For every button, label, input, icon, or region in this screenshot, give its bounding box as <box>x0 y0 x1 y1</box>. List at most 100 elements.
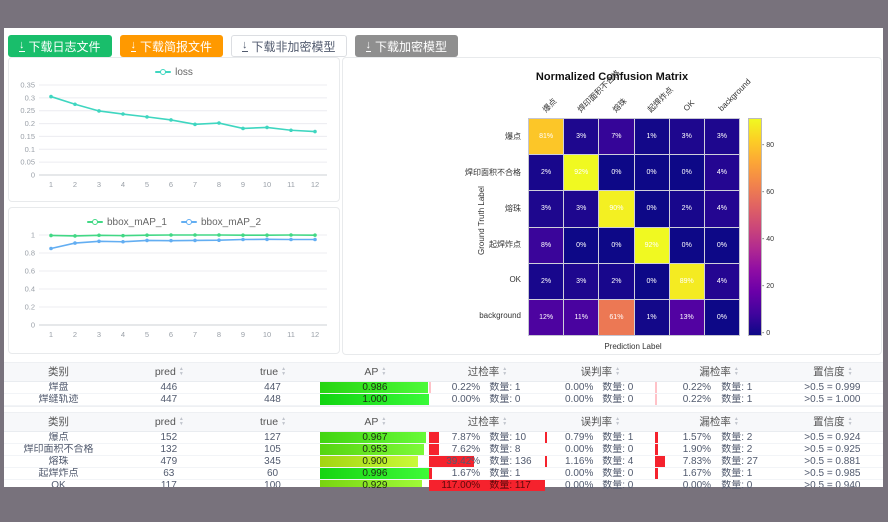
column-header: 漏检率▲▼ <box>655 363 782 381</box>
column-header-label: true <box>260 366 278 378</box>
legend-label: bbox_mAP_1 <box>107 217 167 228</box>
bottom-bar <box>0 487 888 522</box>
svg-text:0.15: 0.15 <box>20 132 35 141</box>
download-log-button[interactable]: ↓ 下载日志文件 <box>8 35 112 57</box>
svg-text:0.2: 0.2 <box>25 303 35 312</box>
matrix-cell-value: 12% <box>539 314 553 321</box>
svg-text:0: 0 <box>31 171 35 180</box>
rate-percent: 7.83% <box>655 456 711 467</box>
rate-count: 数量: 0 <box>593 468 655 479</box>
rate-cell: 0.00%数量: 0 <box>429 394 544 405</box>
matrix-cell-value: 1% <box>647 314 657 321</box>
matrix-y-label: 焊印面积不合格 <box>403 167 521 178</box>
download-icon: ↓ <box>366 40 372 52</box>
rate-cell: 39.42%数量: 136 <box>429 456 544 467</box>
matrix-cell-value: 0% <box>682 169 692 176</box>
sort-control-icon[interactable]: ▲▼ <box>179 417 183 427</box>
matrix-cell-value: 61% <box>609 314 623 321</box>
rate-count: 数量: 0 <box>480 394 544 405</box>
svg-text:11: 11 <box>287 330 295 339</box>
svg-text:5: 5 <box>145 180 149 189</box>
table-cell: 127 <box>225 432 321 443</box>
legend-item[interactable]: loss <box>155 67 193 78</box>
svg-text:7: 7 <box>193 180 197 189</box>
rate-count: 数量: 0 <box>593 480 655 491</box>
matrix-cell: 0% <box>635 264 669 299</box>
sort-control-icon[interactable]: ▲▼ <box>502 417 506 427</box>
svg-text:0.05: 0.05 <box>20 158 35 167</box>
column-header-label: 误判率 <box>581 416 613 428</box>
matrix-cell-value: 3% <box>541 205 551 212</box>
sort-control-icon[interactable]: ▲▼ <box>848 367 852 377</box>
matrix-cell-value: 0% <box>611 242 621 249</box>
column-header: 误判率▲▼ <box>545 413 656 431</box>
rate-count: 数量: 0 <box>593 394 655 405</box>
rate-count: 数量: 1 <box>711 382 782 393</box>
matrix-cell: 0% <box>599 228 633 263</box>
sort-control-icon[interactable]: ▲▼ <box>615 417 619 427</box>
sort-control-icon[interactable]: ▲▼ <box>281 417 285 427</box>
rate-percent: 1.90% <box>655 444 711 455</box>
ap-value: 0.986 <box>362 382 387 393</box>
sort-control-icon[interactable]: ▲▼ <box>734 417 738 427</box>
sort-control-icon[interactable]: ▲▼ <box>381 417 385 427</box>
rate-percent: 0.00% <box>429 394 480 405</box>
sort-control-icon[interactable]: ▲▼ <box>734 367 738 377</box>
sort-control-icon[interactable]: ▲▼ <box>848 417 852 427</box>
sort-control-icon[interactable]: ▲▼ <box>502 367 506 377</box>
matrix-x-label: 爆点 <box>540 96 559 115</box>
matrix-cell: 0% <box>635 155 669 190</box>
column-header: 类别 <box>4 413 113 431</box>
ap-value: 0.967 <box>362 432 387 443</box>
rate-count: 数量: 0 <box>593 382 655 393</box>
confusion-matrix-grid: 81%3%7%1%3%3%2%92%0%0%0%4%3%3%90%0%2%4%8… <box>528 118 740 336</box>
colorbar-tick-label: - 40 <box>762 236 774 243</box>
rate-cell: 1.67%数量: 1 <box>655 468 782 479</box>
download-encrypted-model-button[interactable]: ↓ 下载加密模型 <box>355 35 459 57</box>
column-header: 置信度▲▼ <box>782 413 883 431</box>
svg-text:9: 9 <box>241 180 245 189</box>
sort-control-icon[interactable]: ▲▼ <box>179 367 183 377</box>
rate-percent: 0.22% <box>655 382 711 393</box>
download-report-button[interactable]: ↓ 下载简报文件 <box>120 35 224 57</box>
column-header-label: true <box>260 416 278 428</box>
matrix-cell: 92% <box>564 155 598 190</box>
matrix-y-label: 爆点 <box>403 131 521 142</box>
matrix-cell: 92% <box>635 228 669 263</box>
ap-cell: 0.900 <box>320 456 429 467</box>
rate-cell: 0.00%数量: 0 <box>545 444 656 455</box>
table-cell: 448 <box>225 394 321 405</box>
rate-percent: 1.67% <box>429 468 480 479</box>
column-header: AP▲▼ <box>320 413 429 431</box>
matrix-cell-value: 2% <box>541 278 551 285</box>
ap-cell: 0.967 <box>320 432 429 443</box>
table-cell: 132 <box>113 444 225 455</box>
matrix-cell-value: 4% <box>717 169 727 176</box>
ap-cell: 0.996 <box>320 468 429 479</box>
download-unencrypted-model-button[interactable]: ↓ 下载非加密模型 <box>231 35 347 57</box>
sort-control-icon[interactable]: ▲▼ <box>281 367 285 377</box>
matrix-cell-value: 2% <box>541 169 551 176</box>
column-header: pred▲▼ <box>113 363 225 381</box>
button-label: 下载加密模型 <box>375 38 447 55</box>
svg-text:0.6: 0.6 <box>25 267 35 276</box>
matrix-cell: 0% <box>670 228 704 263</box>
colorbar-tick-label: - 20 <box>762 283 774 290</box>
column-header-label: AP <box>364 416 378 428</box>
rate-count: 数量: 0 <box>593 444 655 455</box>
svg-text:2: 2 <box>73 180 77 189</box>
rate-count: 数量: 2 <box>711 444 782 455</box>
map-chart-card: bbox_mAP_1bbox_mAP_2 00.20.40.60.8112345… <box>8 207 340 354</box>
legend-item[interactable]: bbox_mAP_2 <box>181 217 261 228</box>
sort-control-icon[interactable]: ▲▼ <box>381 367 385 377</box>
matrix-cell: 3% <box>705 119 739 154</box>
matrix-cell-value: 0% <box>576 242 586 249</box>
matrix-cell-value: 0% <box>647 205 657 212</box>
column-header: 漏检率▲▼ <box>655 413 782 431</box>
matrix-cell: 13% <box>670 300 704 335</box>
matrix-cell-value: 4% <box>717 278 727 285</box>
legend-item[interactable]: bbox_mAP_1 <box>87 217 167 228</box>
table-row: 熔珠4793450.90039.42%数量: 1361.16%数量: 47.83… <box>4 456 883 468</box>
sort-control-icon[interactable]: ▲▼ <box>615 367 619 377</box>
matrix-cell: 2% <box>529 155 563 190</box>
